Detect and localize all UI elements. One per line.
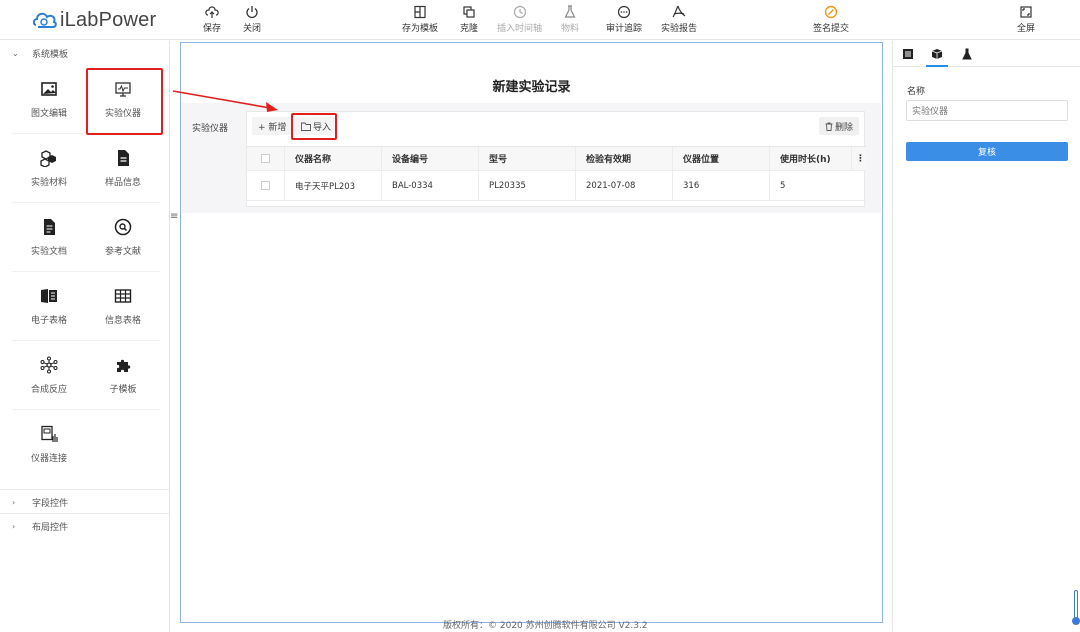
editor-canvas: 新建实验记录 实验仪器 + 新增 导入 删除 仪器名称 设备编号 型号 检验有效… [180,42,883,623]
chevron-down-icon: ⌄ [12,48,19,58]
sidebar-item-sample[interactable]: 样品信息 [86,134,160,203]
experiment-report-button[interactable]: 实验报告 [661,5,697,34]
section-layout-controls-wrap: › 布局控件 [0,513,169,538]
upload-cloud-icon [205,6,219,18]
fullscreen-icon [1020,6,1032,18]
logo: iLabPower [32,6,156,34]
audit-trace-button[interactable]: 审计追踪 [606,5,642,34]
material-icon [40,149,56,167]
table-icon [114,288,132,303]
component-sidebar: ⌄ 系统模板 图文编辑 实验仪器 实验材料 样品信息 实验文档 参考文献 电子表… [0,41,170,632]
sidebar-item-info-table[interactable]: 信息表格 [86,272,160,341]
close-button[interactable]: 关闭 [243,5,261,34]
sign-icon [824,5,838,19]
instrument-table-panel: + 新增 导入 删除 仪器名称 设备编号 型号 检验有效期 仪器位置 使用时长(… [246,111,866,207]
select-all-checkbox[interactable] [261,154,270,163]
sidebar-item-reference[interactable]: 参考文献 [86,203,160,272]
column-menu-icon[interactable]: ⋮ [852,147,866,170]
tab-box-icon[interactable] [930,47,944,61]
column-header[interactable]: 使用时长(h) [770,147,852,170]
clock-icon [513,5,526,19]
chevron-right-icon: › [12,497,16,507]
clone-button[interactable]: 克隆 [460,5,478,34]
more-circle-icon [617,5,631,19]
spreadsheet-icon [41,288,57,303]
active-tab-indicator [926,65,948,67]
logo-text: iLabPower [60,8,157,31]
insert-timeline-button[interactable]: 插入时间轴 [497,5,542,34]
table-cell[interactable]: 5 [770,171,866,200]
properties-panel: 名称 实验仪器 复核 [892,41,1080,632]
instrument-highlight-box [86,68,163,135]
reference-icon [114,218,132,235]
table-cell[interactable]: 2021-07-08 [576,171,673,200]
tab-flask-icon[interactable] [960,47,974,61]
column-header[interactable]: 仪器名称 [285,147,382,170]
column-header[interactable]: 设备编号 [382,147,479,170]
chevron-right-icon: › [12,521,16,531]
image-text-icon [41,81,57,96]
section-system-templates[interactable]: ⌄ 系统模板 [0,41,169,65]
trash-icon [825,122,833,131]
table-header: 仪器名称 设备编号 型号 检验有效期 仪器位置 使用时长(h) ⋮ [247,146,866,171]
section-field-controls[interactable]: › 字段控件 [0,490,169,514]
logo-icon [32,9,58,31]
sidebar-item-image-text[interactable]: 图文编辑 [12,65,86,134]
sidebar-item-material[interactable]: 实验材料 [12,134,86,203]
annotation-arrow [172,90,278,112]
copyright-footer: 版权所有：© 2020 苏州创腾软件有限公司 V2.3.2 [443,621,648,631]
sign-submit-button[interactable]: 签名提交 [813,5,849,34]
table-cell[interactable]: 316 [673,171,770,200]
section-field-controls-wrap: › 字段控件 [0,489,169,514]
flask-icon [564,5,576,18]
review-button[interactable]: 复核 [906,142,1068,161]
page-title: 新建实验记录 [492,80,571,95]
scrollbar-handle[interactable] [1072,617,1080,625]
instrument-table: 仪器名称 设备编号 型号 检验有效期 仪器位置 使用时长(h) ⋮ 电子天平PL… [247,146,866,201]
table-row[interactable]: 电子天平PL203 BAL-0334 PL20335 2021-07-08 31… [247,171,866,201]
sidebar-item-instrument-link[interactable]: 仪器连接 [12,410,86,479]
add-row-button[interactable]: + 新增 [252,117,293,135]
table-cell[interactable]: 电子天平PL203 [285,171,382,200]
properties-tabs [893,41,1080,67]
column-header[interactable]: 仪器位置 [673,147,770,170]
section-layout-controls[interactable]: › 布局控件 [0,514,169,538]
table-cell[interactable]: PL20335 [479,171,576,200]
table-cell[interactable]: BAL-0334 [382,171,479,200]
instrument-block: 实验仪器 + 新增 导入 删除 仪器名称 设备编号 型号 检验有效期 仪器位置 [182,103,881,213]
sample-doc-icon [118,149,129,166]
delete-button[interactable]: 删除 [818,117,859,135]
reaction-icon [40,356,58,373]
block-label: 实验仪器 [192,124,229,134]
sidebar-item-sub-template[interactable]: 子模板 [86,341,160,410]
power-icon [246,6,258,19]
sidebar-item-reaction[interactable]: 合成反应 [12,341,86,410]
save-button[interactable]: 保存 [203,5,221,34]
row-checkbox[interactable] [261,181,270,190]
document-icon [44,218,55,235]
sidebar-item-document[interactable]: 实验文档 [12,203,86,272]
top-toolbar: iLabPower 保存 关闭 存为模板 克隆 插入时间轴 物料 审计追踪 实验… [0,0,1080,40]
material-button[interactable]: 物料 [561,5,579,34]
column-header[interactable]: 检验有效期 [576,147,673,170]
copy-icon [463,6,475,18]
sidebar-collapse-handle[interactable]: ≡ [170,211,178,222]
column-header[interactable]: 型号 [479,147,576,170]
fullscreen-button[interactable]: 全屏 [1017,5,1035,34]
save-template-button[interactable]: 存为模板 [402,5,438,34]
pdf-icon [672,5,686,18]
select-all-cell [247,147,285,170]
template-icon [414,5,426,19]
sidebar-item-spreadsheet[interactable]: 电子表格 [12,272,86,341]
name-label: 名称 [907,87,926,97]
row-select-cell [247,171,285,200]
import-highlight-box [291,113,337,140]
instrument-link-icon [41,425,58,442]
tab-list-icon[interactable] [901,47,915,61]
puzzle-icon [117,359,131,372]
name-field[interactable]: 实验仪器 [906,100,1068,121]
